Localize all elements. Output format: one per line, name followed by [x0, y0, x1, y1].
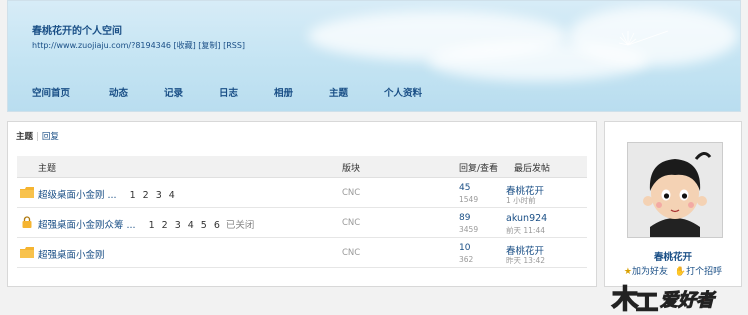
table-row: 超级桌面小金刚 ... 1 2 3 4 CNC 45 1549 春桃花开 1 小时前 [17, 178, 587, 208]
thread-tabs: 主题 | 回复 [16, 130, 59, 142]
space-url-line: http://www.zuojiaju.com/?8194346 [收藏] [复… [32, 40, 245, 51]
last-post-user[interactable]: akun924 [506, 213, 547, 224]
reply-count[interactable]: 89 [459, 213, 470, 223]
page-link[interactable]: 5 [201, 220, 207, 231]
table-row: 超强桌面小金刚众筹 ... 1 2 3 4 5 6 已关闭 CNC 89 3459 akun9… [17, 208, 587, 238]
greet-link[interactable]: ✋打个招呼 [675, 267, 722, 277]
tab-separator: | [36, 132, 39, 142]
thread-title-link[interactable]: 超强桌面小金刚众筹 ... 1 2 3 4 5 6 已关闭 [38, 217, 254, 231]
nav-threads[interactable]: 主题 [329, 85, 348, 99]
last-post-time: 1 小时前 [506, 196, 536, 205]
thread-title-link[interactable]: 超级桌面小金刚 ... 1 2 3 4 [38, 187, 175, 201]
thread-title-link[interactable]: 超强桌面小金刚 [38, 247, 105, 261]
board-name[interactable]: CNC [342, 218, 360, 228]
nav-home[interactable]: 空间首页 [32, 85, 70, 99]
header-replies-views: 回复/查看 [459, 164, 499, 174]
copy-link[interactable]: [复制] [198, 41, 220, 50]
page-link[interactable]: 2 [162, 220, 168, 231]
greet-icon: ✋ [674, 267, 687, 277]
page-link[interactable]: 2 [143, 190, 149, 201]
header-board: 版块 [342, 164, 361, 174]
space-url[interactable]: http://www.zuojiaju.com/?8194346 [32, 41, 171, 50]
page-link[interactable]: 6 [214, 220, 220, 231]
board-name[interactable]: CNC [342, 188, 360, 198]
space-header: 春桃花开的个人空间 http://www.zuojiaju.com/?81943… [7, 0, 741, 112]
add-friend-icon: ★ [623, 267, 632, 277]
add-friend-link[interactable]: ★加为好友 [624, 267, 668, 277]
table-row: 超强桌面小金刚 CNC 10 362 春桃花开 昨天 13:42 [17, 238, 587, 268]
view-count: 362 [459, 255, 474, 264]
svg-text:工: 工 [636, 291, 658, 315]
last-post-time: 前天 11:44 [506, 226, 545, 235]
page-link[interactable]: 1 [130, 190, 136, 201]
space-nav: 空间首页 动态 记录 日志 相册 主题 个人资料 [8, 79, 740, 103]
svg-text:爱好者: 爱好者 [660, 290, 717, 311]
last-post-time: 昨天 13:42 [506, 256, 545, 265]
profile-username[interactable]: 春桃花开 [605, 249, 741, 263]
header-last-post: 最后发帖 [514, 164, 551, 174]
profile-card: 春桃花开 ★加为好友 ✋打个招呼 [604, 121, 742, 287]
svg-text:木: 木 [611, 285, 638, 315]
reply-count[interactable]: 10 [459, 243, 470, 253]
header-subject: 主题 [38, 164, 57, 174]
woodworker-badge: 木 工 爱好者 [610, 284, 717, 315]
tab-threads[interactable]: 主题 [16, 132, 33, 142]
nav-blog[interactable]: 日志 [219, 85, 238, 99]
nav-profile[interactable]: 个人资料 [384, 85, 422, 99]
folder-icon [20, 187, 34, 198]
view-count: 3459 [459, 225, 479, 234]
profile-actions: ★加为好友 ✋打个招呼 [605, 264, 741, 277]
threads-panel: 主题 | 回复 主题 版块 回复/查看 最后发帖 超级桌面小金刚 ... 1 2 3 4 C… [7, 121, 597, 287]
nav-album[interactable]: 相册 [274, 85, 293, 99]
lock-icon [22, 216, 32, 228]
closed-label: 已关闭 [225, 220, 255, 231]
folder-icon [20, 247, 34, 258]
avatar[interactable] [627, 142, 723, 238]
avatar-image [628, 143, 722, 237]
favorite-link[interactable]: [收藏] [174, 41, 196, 50]
nav-records[interactable]: 记录 [164, 85, 183, 99]
board-name[interactable]: CNC [342, 248, 360, 258]
view-count: 1549 [459, 195, 479, 204]
page-link[interactable]: 1 [149, 220, 155, 231]
page-link[interactable]: 3 [156, 190, 162, 201]
nav-feed[interactable]: 动态 [109, 85, 128, 99]
thread-table: 主题 版块 回复/查看 最后发帖 超级桌面小金刚 ... 1 2 3 4 CNC 45 … [17, 156, 587, 268]
reply-count[interactable]: 45 [459, 183, 470, 193]
tab-replies[interactable]: 回复 [42, 132, 59, 142]
space-title[interactable]: 春桃花开的个人空间 [32, 22, 122, 37]
page-link[interactable]: 4 [169, 190, 175, 201]
page-link[interactable]: 3 [175, 220, 181, 231]
dandelion-decoration [618, 30, 669, 46]
table-header: 主题 版块 回复/查看 最后发帖 [17, 156, 587, 178]
page-link[interactable]: 4 [188, 220, 194, 231]
rss-link[interactable]: [RSS] [223, 41, 245, 50]
